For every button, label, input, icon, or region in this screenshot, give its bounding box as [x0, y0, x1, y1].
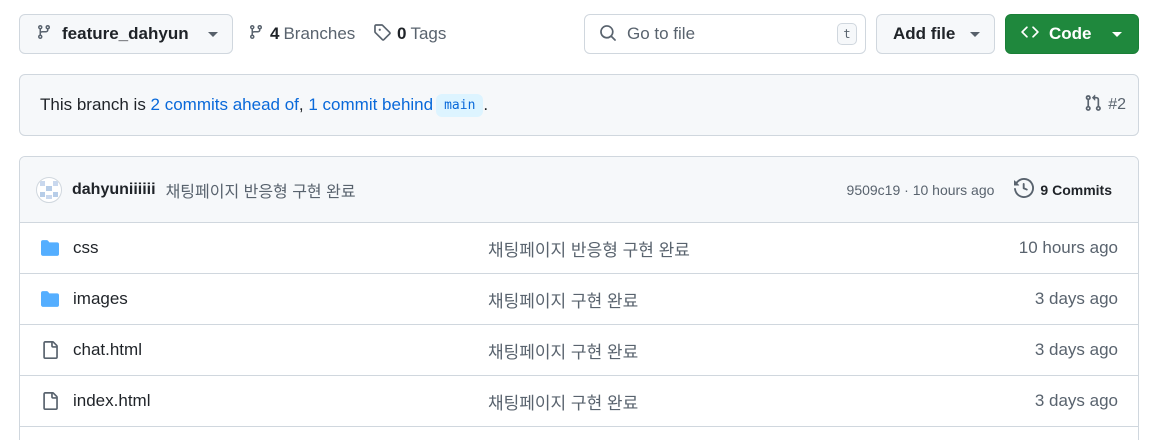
file-row[interactable]: css 채팅페이지 반응형 구현 완료 10 hours ago [20, 223, 1138, 274]
commit-message[interactable]: 채팅페이지 반응형 구현 완료 [166, 178, 847, 202]
tags-link[interactable]: 0 Tags [373, 14, 446, 54]
file-updated-time: 3 days ago [1034, 289, 1118, 308]
commits-history-link[interactable]: 9 Commits [1014, 177, 1112, 201]
branches-count: 4 [270, 24, 280, 43]
branch-selector-button[interactable]: feature_dahyun [19, 14, 233, 54]
file-name[interactable]: index.html [73, 391, 488, 411]
pull-request-link[interactable]: #2 [1078, 94, 1126, 117]
file-icon [40, 340, 60, 360]
banner-suffix: . [483, 95, 489, 114]
go-to-file-input[interactable]: Go to file t [584, 14, 866, 54]
code-button[interactable]: Code [1005, 14, 1139, 54]
file-row[interactable]: index.html 채팅페이지 구현 완료 3 days ago [20, 376, 1138, 427]
commit-sha-time[interactable]: 9509c19 · 10 hours ago [847, 182, 995, 198]
avatar[interactable] [36, 176, 62, 203]
commits-ahead-link[interactable]: 2 commits ahead of [151, 95, 299, 115]
file-name[interactable]: images [73, 289, 488, 309]
file-updated-time: 3 days ago [1034, 391, 1118, 410]
branches-label: Branches [283, 24, 356, 43]
git-branch-icon [248, 23, 264, 46]
base-branch-chip[interactable]: main [436, 93, 484, 117]
search-placeholder: Go to file [627, 24, 696, 43]
file-browser: dahyuniiiiii 채팅페이지 반응형 구현 완료 9509c19 · 1… [19, 156, 1139, 440]
add-file-label: Add file [893, 24, 956, 43]
banner-prefix: This branch is [40, 95, 151, 114]
file-row[interactable]: images 채팅페이지 구현 완료 3 days ago [20, 274, 1138, 325]
banner-comma: , [298, 95, 309, 114]
file-name[interactable]: chat.html [73, 340, 488, 360]
file-name[interactable]: css [73, 238, 488, 258]
file-icon [40, 391, 60, 411]
keyboard-shortcut-hint: t [837, 23, 857, 45]
history-icon [1014, 177, 1035, 201]
commit-author[interactable]: dahyuniiiiii [72, 181, 156, 199]
commits-behind-link[interactable]: 1 commit behind [308, 95, 433, 115]
folder-icon [40, 289, 60, 309]
file-row[interactable]: chat.html 채팅페이지 구현 완료 3 days ago [20, 325, 1138, 376]
tags-label: Tags [410, 24, 447, 43]
code-icon [1021, 23, 1039, 46]
folder-icon [40, 238, 60, 258]
file-commit-message[interactable]: 채팅페이지 구현 완료 [488, 287, 1035, 312]
tags-count: 0 [397, 24, 407, 43]
git-branch-icon [36, 23, 52, 46]
search-icon [599, 24, 617, 45]
branch-name: feature_dahyun [62, 24, 189, 43]
code-label: Code [1049, 24, 1092, 43]
add-file-button[interactable]: Add file [876, 14, 995, 54]
chevron-down-icon [208, 31, 218, 37]
pull-request-icon [1084, 94, 1102, 117]
tag-icon [373, 23, 391, 46]
pull-request-number: #2 [1108, 96, 1126, 113]
file-commit-message[interactable]: 채팅페이지 구현 완료 [488, 389, 1035, 414]
chevron-down-icon [1112, 31, 1122, 37]
file-updated-time: 10 hours ago [1018, 238, 1118, 257]
branches-link[interactable]: 4 Branches [248, 14, 355, 54]
branch-status-text: This branch is 2 commits ahead of , 1 co… [40, 93, 1078, 117]
file-commit-message[interactable]: 채팅페이지 반응형 구현 완료 [488, 236, 1019, 261]
branch-status-banner: This branch is 2 commits ahead of , 1 co… [19, 74, 1139, 136]
latest-commit-bar: dahyuniiiiii 채팅페이지 반응형 구현 완료 9509c19 · 1… [20, 157, 1138, 223]
chevron-down-icon [970, 31, 980, 37]
file-updated-time: 3 days ago [1034, 340, 1118, 359]
repo-toolbar: feature_dahyun 4 Branches 0 Tags Go to f… [19, 14, 1139, 54]
commits-count-label: 9 Commits [1040, 181, 1112, 198]
file-commit-message[interactable]: 채팅페이지 구현 완료 [488, 338, 1035, 363]
